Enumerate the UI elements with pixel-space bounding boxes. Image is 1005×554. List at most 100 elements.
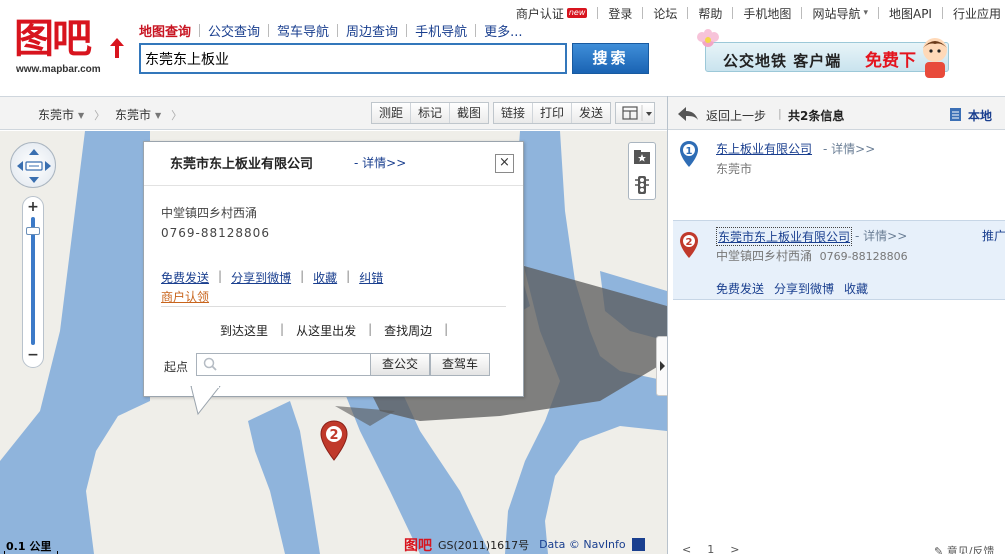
search-input[interactable]	[139, 43, 567, 74]
feedback-link[interactable]: ✎ 意见/反馈	[934, 543, 994, 554]
tab-map-search[interactable]: 地图查询	[139, 21, 199, 40]
topnav-industry[interactable]: 行业应用	[943, 5, 1001, 22]
search-car-button[interactable]: 查驾车	[430, 353, 490, 376]
map-copyright: 图吧 GS(2011)1617号 Data © NavInfo	[404, 535, 645, 554]
search-bus-button[interactable]: 查公交	[370, 353, 430, 376]
send-button[interactable]: 发送	[572, 103, 611, 123]
zoom-out-button[interactable]: −	[23, 347, 43, 363]
topnav-site-nav[interactable]: 网站导航 ▾	[802, 5, 878, 22]
free-send-link[interactable]: 免费发送	[161, 269, 209, 286]
measure-button[interactable]: 测距	[372, 103, 412, 123]
zoom-track[interactable]	[31, 217, 35, 345]
zoom-slider[interactable]: + −	[22, 196, 44, 368]
close-button[interactable]: ×	[495, 154, 514, 173]
result-count: 共2条信息	[788, 109, 845, 123]
divider	[161, 306, 506, 307]
chevron-down-icon: ▼	[78, 111, 85, 120]
mark-button[interactable]: 标记	[411, 103, 451, 123]
result-name[interactable]: 东上板业有限公司	[716, 140, 812, 157]
prev-page-button[interactable]: <	[682, 543, 691, 554]
mapbar-small-logo: 图吧	[404, 537, 432, 554]
banner-text: 公交地铁 客户端	[723, 52, 842, 70]
map-tools	[628, 142, 656, 200]
gs-license: GS(2011)1617号	[438, 538, 530, 552]
result-actions: 免费发送 分享到微博 收藏	[716, 280, 878, 297]
result-detail-link[interactable]: - 详情>>	[855, 227, 907, 244]
pan-control[interactable]	[10, 142, 56, 188]
poi-phone: 0769-88128806	[161, 226, 270, 240]
local-filter-link[interactable]: 本地	[968, 107, 992, 124]
topnav-map-api[interactable]: 地图API	[879, 5, 942, 22]
edit-icon: ✎	[934, 545, 944, 554]
route-to-here-link[interactable]: 到达这里	[220, 322, 268, 339]
pin-number: 2	[686, 237, 693, 248]
result-detail-link[interactable]: - 详情>>	[823, 140, 875, 157]
report-error-link[interactable]: 纠错	[359, 269, 383, 286]
favorite-link[interactable]: 收藏	[313, 269, 337, 286]
share-weibo-link[interactable]: 分享到微博	[231, 269, 291, 286]
divider: |	[280, 322, 285, 336]
list-item[interactable]: 2 东莞市东上板业有限公司 - 详情>> 推广 中堂镇四乡村西涌 0769-88…	[673, 220, 1005, 300]
result-region: 东莞市	[716, 162, 753, 176]
link-button[interactable]: 链接	[494, 103, 534, 123]
red-pin-icon: 2	[680, 232, 698, 258]
poi-title: 东莞市东上板业有限公司	[170, 157, 314, 172]
divider: |	[368, 322, 373, 336]
claim-merchant-link[interactable]: 商户认领	[161, 288, 209, 305]
map-toolbar: 东莞市 ▼ 〉 东莞市 ▼ 〉 测距 标记 截图 链接 打印 发送	[0, 96, 667, 130]
search-button[interactable]: 搜索	[572, 43, 649, 74]
divider: |	[778, 107, 782, 120]
crumb-city-2[interactable]: 东莞市 ▼ 〉	[115, 106, 182, 123]
sidebar-header: 返回上一步 | 共2条信息 本地	[668, 96, 1005, 130]
zoom-in-button[interactable]: +	[23, 199, 43, 215]
map-canvas[interactable]: + − 东莞市东上板业有限公司 - 详情>> × 中堂镇四乡村西涌 0769-8…	[0, 131, 667, 554]
tab-nearby[interactable]: 周边查询	[338, 21, 406, 40]
topnav-mobile-map[interactable]: 手机地图	[733, 5, 801, 22]
mapbar-logo[interactable]: 图吧 www.mapbar.com	[14, 14, 124, 80]
tab-bus-search[interactable]: 公交查询	[200, 21, 268, 40]
tab-driving[interactable]: 驾车导航	[269, 21, 337, 40]
tab-more[interactable]: 更多...	[476, 21, 530, 40]
search-nearby-link[interactable]: 查找周边	[384, 322, 432, 339]
share-weibo-link[interactable]: 分享到微博	[774, 280, 834, 297]
logo-text: 图吧	[14, 16, 92, 62]
favorite-link[interactable]: 收藏	[844, 280, 868, 297]
page-number[interactable]: 1	[707, 543, 714, 554]
chevron-down-icon: ▾	[863, 8, 868, 18]
cartoon-kid-icon	[923, 38, 947, 78]
crumb-city-1[interactable]: 东莞市 ▼ 〉	[38, 106, 105, 123]
marker-number: 2	[329, 428, 338, 443]
zoom-thumb[interactable]	[26, 227, 40, 235]
collapse-sidebar-handle[interactable]	[656, 336, 667, 396]
divider: |	[218, 269, 223, 283]
traffic-light-icon[interactable]	[632, 174, 652, 196]
start-point-input[interactable]	[196, 353, 371, 376]
app-promo-banner[interactable]: 公交地铁 客户端 免费下	[693, 26, 961, 82]
result-name[interactable]: 东莞市东上板业有限公司	[716, 227, 853, 246]
print-button[interactable]: 打印	[533, 103, 573, 123]
topnav-forum[interactable]: 论坛	[643, 5, 687, 22]
document-icon	[950, 108, 961, 121]
map-marker-pin[interactable]: 2	[319, 420, 349, 462]
back-arrow-icon[interactable]	[678, 107, 698, 121]
pagination: < 1 >	[682, 543, 755, 554]
free-send-link[interactable]: 免费发送	[716, 280, 764, 297]
sidebar-footer: < 1 > ✎ 意见/反馈	[668, 542, 1005, 554]
layout-toggle-button[interactable]	[615, 102, 655, 124]
promotion-link[interactable]: 推广	[982, 227, 1005, 244]
tab-mobile-nav[interactable]: 手机导航	[407, 21, 475, 40]
topnav-login[interactable]: 登录	[598, 5, 642, 22]
route-from-here-link[interactable]: 从这里出发	[296, 322, 356, 339]
screenshot-button[interactable]: 截图	[450, 103, 489, 123]
info-window-header: 东莞市东上板业有限公司 - 详情>> ×	[144, 142, 523, 186]
topnav-merchant-cert[interactable]: 商户认证 new	[506, 5, 598, 22]
topnav-help[interactable]: 帮助	[688, 5, 732, 22]
tool-group-share: 链接 打印 发送	[493, 102, 612, 124]
back-link[interactable]: 返回上一步	[706, 107, 766, 124]
next-page-button[interactable]: >	[730, 543, 739, 554]
folder-star-icon[interactable]	[632, 146, 652, 168]
expand-icon[interactable]	[631, 538, 645, 551]
header: 图吧 www.mapbar.com 商户认证 new 登录 论坛 帮助 手机地图 …	[0, 0, 1005, 96]
poi-detail-link[interactable]: - 详情>>	[354, 154, 406, 171]
list-item[interactable]: 1 东上板业有限公司 - 详情>> 东莞市	[673, 134, 1005, 194]
